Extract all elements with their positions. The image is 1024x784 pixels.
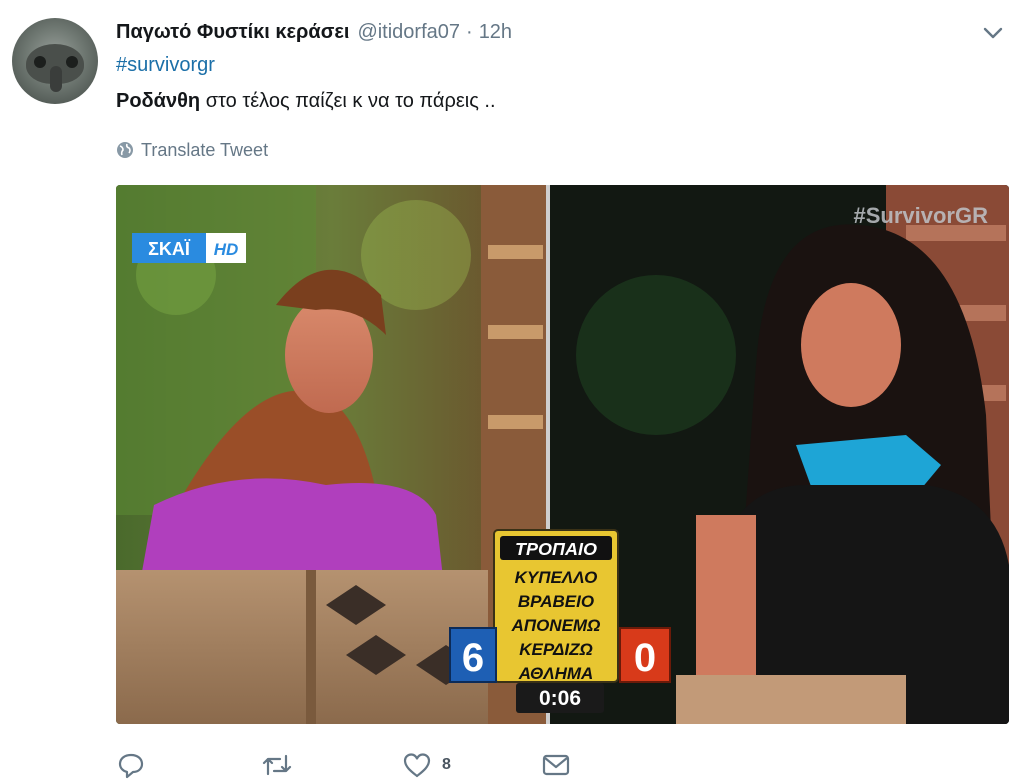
word-panel: ΤΡΟΠΑΙΟ ΚΥΠΕΛΛΟ ΒΡΑΒΕΙΟ ΑΠΟΝΕΜΩ ΚΕΡΔΙΖΩ … xyxy=(493,529,619,683)
like-count: 8 xyxy=(442,756,451,773)
avatar[interactable] xyxy=(12,18,98,104)
score-left: 6 xyxy=(462,636,484,680)
show-hashtag-watermark: #SurvivorGR xyxy=(854,203,989,228)
chevron-down-icon[interactable] xyxy=(980,22,1006,44)
score-left-badge: 6 xyxy=(449,627,497,683)
word-item: ΑΠΟΝΕΜΩ xyxy=(511,616,601,635)
word-item: ΒΡΑΒΕΙΟ xyxy=(518,592,594,611)
message-icon xyxy=(542,754,570,776)
avatar-beak xyxy=(50,66,62,92)
tweet-actions: 8 xyxy=(116,748,616,782)
like-button[interactable]: 8 xyxy=(402,748,451,782)
tweet-media-image[interactable]: ΣΚΑΪ HD #SurvivorGR ΤΡΟΠΑΙΟ ΚΥΠΕΛΛΟ ΒΡΑΒ… xyxy=(116,185,1009,724)
retweet-icon xyxy=(262,754,292,776)
reply-button[interactable] xyxy=(116,748,146,782)
user-handle[interactable]: @itidorfa07 xyxy=(357,21,460,44)
channel-logo: ΣΚΑΪ HD xyxy=(132,233,246,263)
word-item: ΚΕΡΔΙΖΩ xyxy=(519,640,593,659)
channel-hd-text: HD xyxy=(214,240,239,259)
translate-tweet-link[interactable]: Translate Tweet xyxy=(116,138,268,162)
score-right: 0 xyxy=(634,636,656,680)
reply-icon xyxy=(118,753,144,779)
channel-logo-text: ΣΚΑΪ xyxy=(148,239,191,259)
direct-message-button[interactable] xyxy=(540,748,572,782)
tweet-text: Ροδάνθη στο τέλος παίζει κ να το πάρεις … xyxy=(116,90,496,113)
tweet-text-rest: στο τέλος παίζει κ να το πάρεις .. xyxy=(200,90,496,112)
tweet-line-hashtag: #survivorgr xyxy=(116,54,215,77)
like-icon xyxy=(403,753,431,778)
globe-icon xyxy=(117,142,133,158)
score-right-badge: 0 xyxy=(619,627,671,683)
tweet-header: Παγωτό Φυστίκι κεράσει @itidorfa07 · 12h xyxy=(116,18,512,46)
translate-label: Translate Tweet xyxy=(141,139,269,160)
timer-badge: 0:06 xyxy=(516,683,604,713)
separator-dot: · xyxy=(466,20,473,43)
avatar-eye xyxy=(34,56,46,68)
avatar-eye xyxy=(66,56,78,68)
tweet-text-bold: Ροδάνθη xyxy=(116,90,201,112)
word-item: ΚΥΠΕΛΛΟ xyxy=(515,568,598,587)
display-name[interactable]: Παγωτό Φυστίκι κεράσει xyxy=(116,21,349,44)
retweet-button[interactable] xyxy=(260,748,294,782)
word-header: ΤΡΟΠΑΙΟ xyxy=(515,539,597,559)
word-item: ΑΘΛΗΜΑ xyxy=(518,664,594,683)
timer-text: 0:06 xyxy=(539,687,581,710)
hashtag-link[interactable]: #survivorgr xyxy=(116,54,215,76)
tweet-timestamp[interactable]: 12h xyxy=(479,21,512,44)
